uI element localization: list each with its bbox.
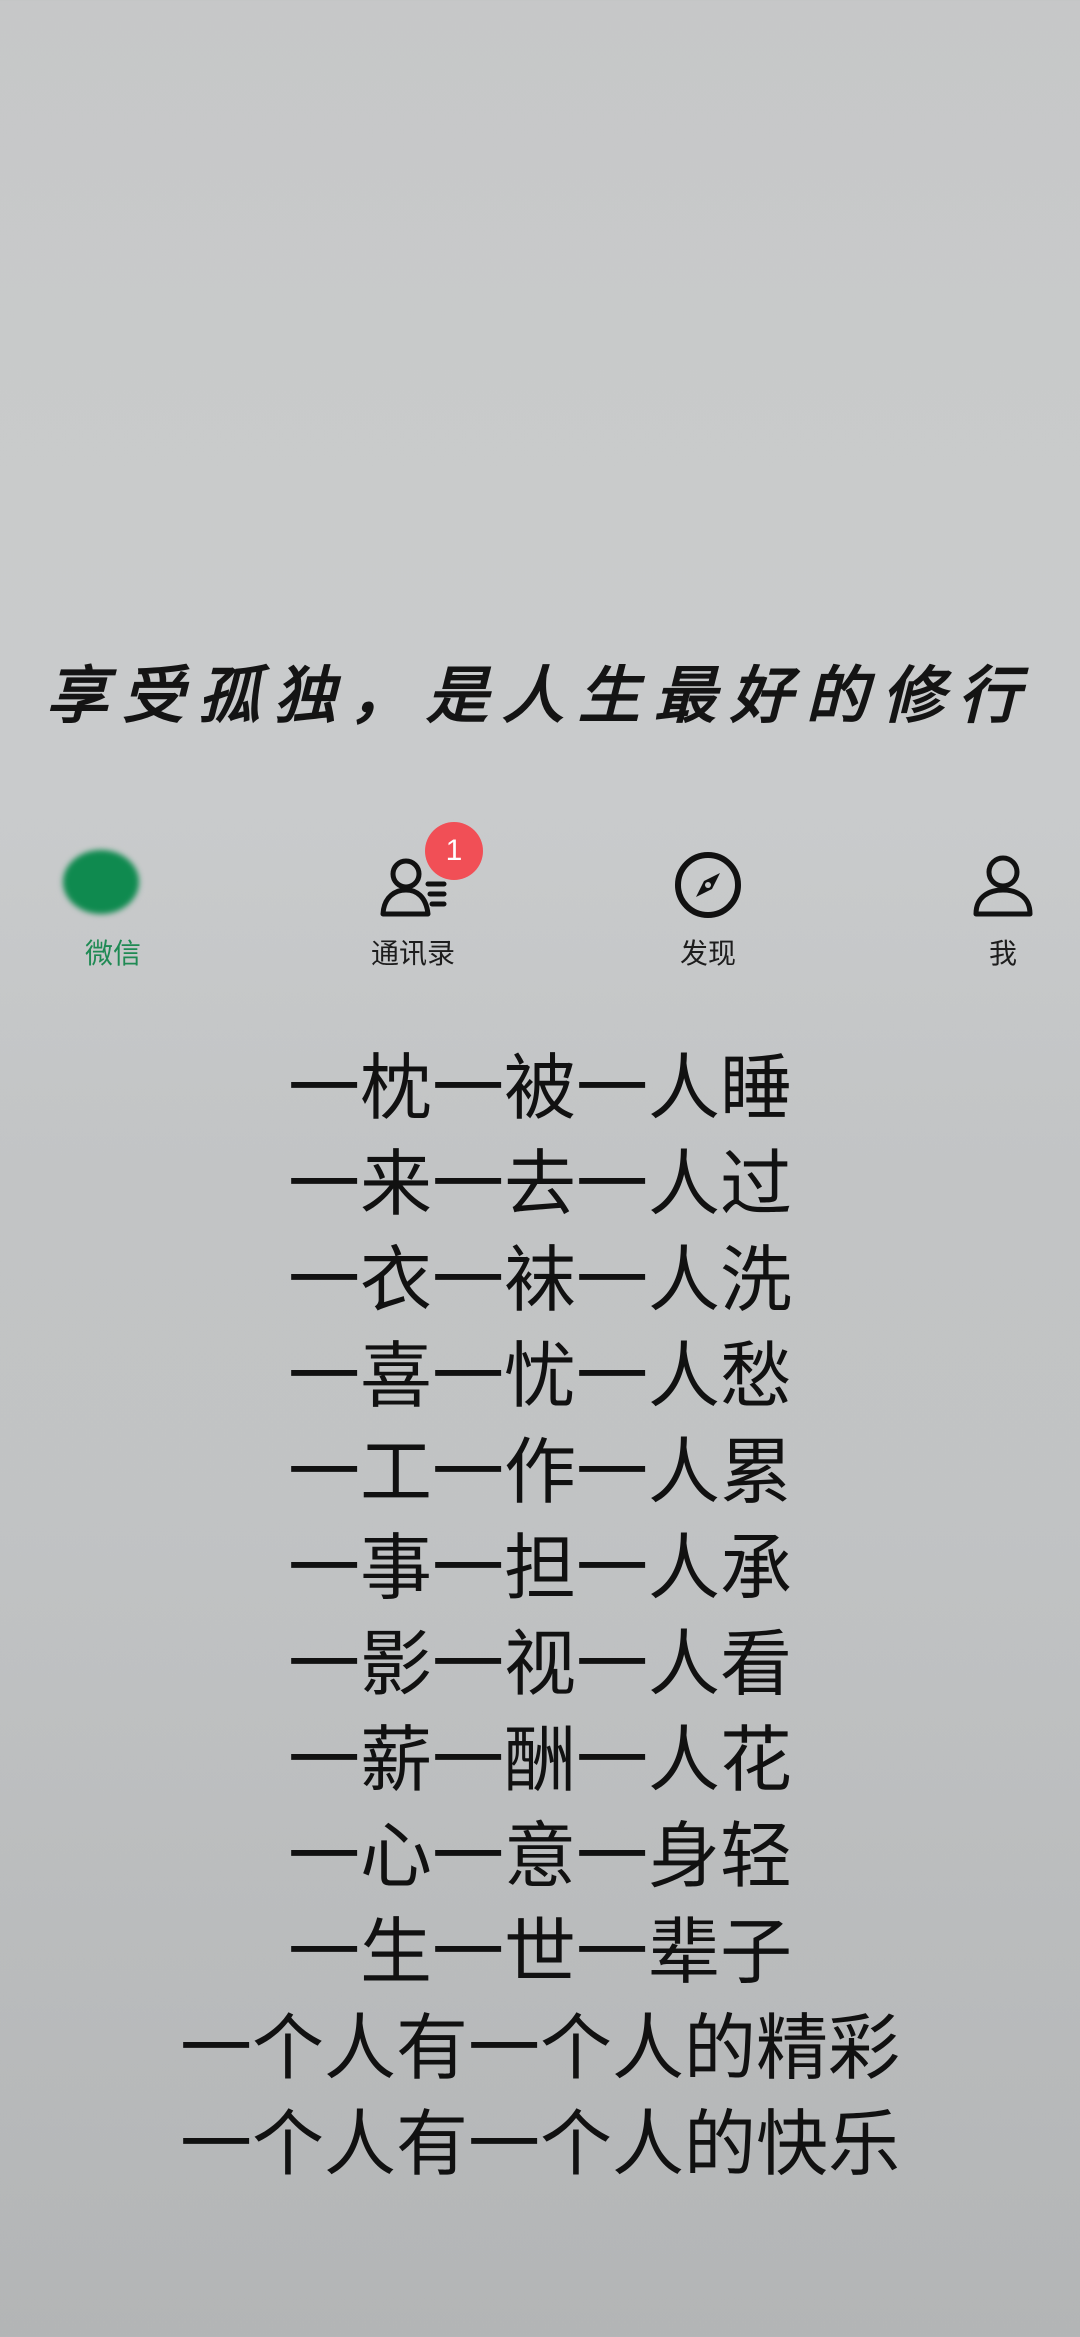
compass-icon [675,852,741,918]
tab-wechat[interactable]: 微信 [33,840,193,980]
person-icon [973,855,1033,917]
poem-line: 一枕一被一人睡 [287,1046,792,1130]
unread-badge: 1 [425,822,483,880]
poem-line: 一工一作一人累 [287,1430,792,1514]
page-title: 享受孤独，是人生最好的修行 [45,659,1034,732]
poem-line: 一来一去一人过 [287,1142,792,1226]
bottom-tab-bar: 微信 1 通讯录 发现 我 [0,822,1080,980]
tab-label: 通讯录 [370,937,455,970]
poem-line: 一个人有一个人的快乐 [179,2102,900,2186]
tab-discover[interactable]: 发现 [628,840,788,980]
poem-line: 一事一担一人承 [287,1526,792,1610]
tab-contacts[interactable]: 1 通讯录 [333,822,493,980]
poem-line: 一喜一忧一人愁 [287,1334,792,1418]
tab-label: 发现 [679,937,736,970]
poem-text: 一枕一被一人睡 一来一去一人过 一衣一袜一人洗 一喜一忧一人愁 一工一作一人累 … [0,1040,1080,2192]
poem-line: 一薪一酬一人花 [287,1718,792,1802]
poem-line: 一衣一袜一人洗 [287,1238,792,1322]
chat-bubble-icon [63,850,139,914]
tab-label: 微信 [84,937,141,970]
tab-me[interactable]: 我 [923,840,1080,980]
poem-line: 一影一视一人看 [287,1622,792,1706]
poem-line: 一生一世一辈子 [287,1910,792,1994]
poem-line: 一心一意一身轻 [287,1814,792,1898]
tab-label: 我 [988,937,1017,970]
poem-line: 一个人有一个人的精彩 [179,2006,900,2090]
